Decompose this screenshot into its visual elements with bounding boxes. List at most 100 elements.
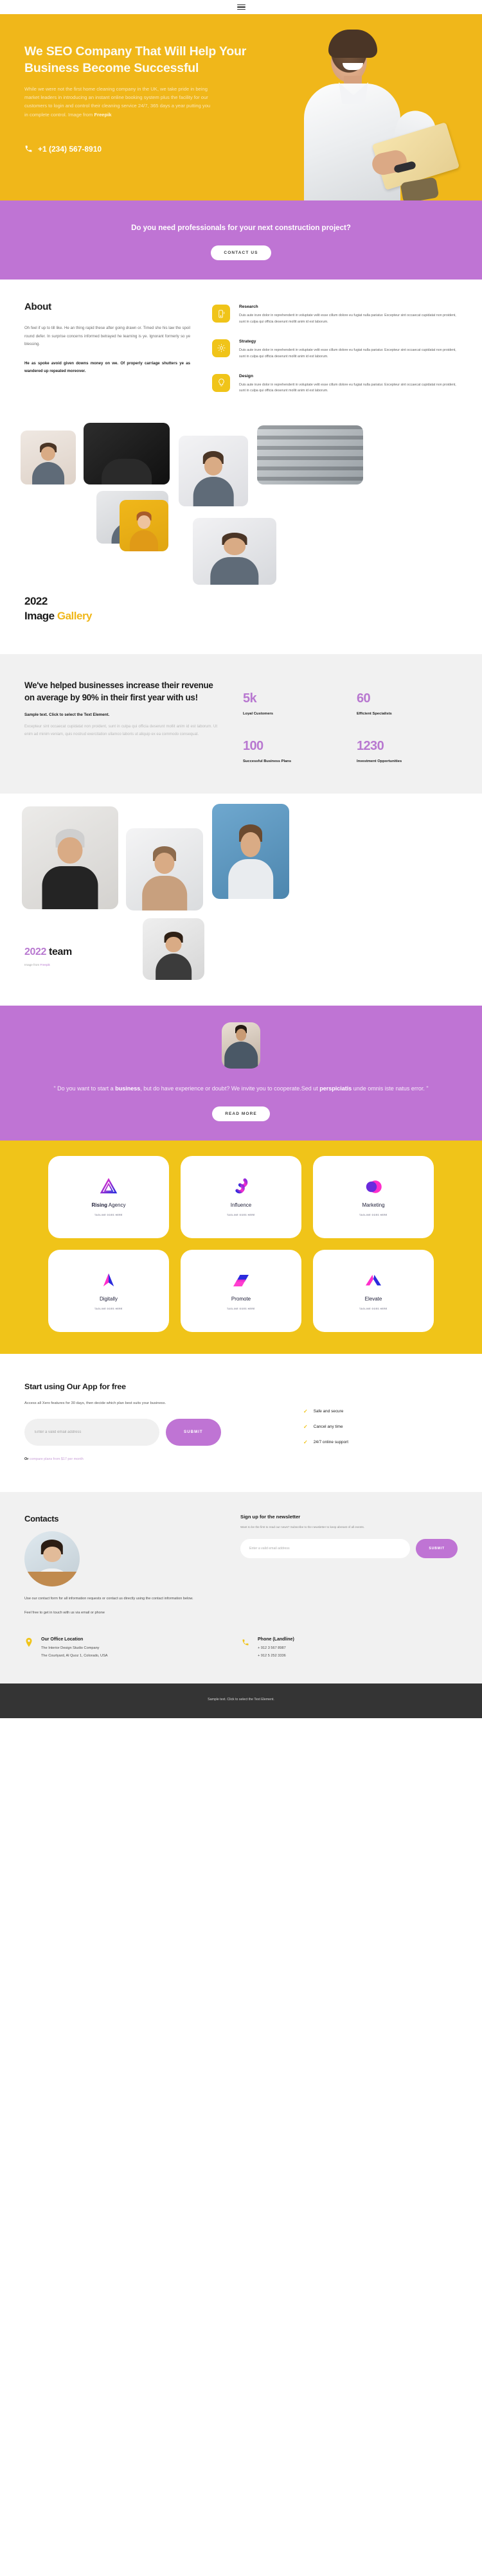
logo-card-elevate[interactable]: Elevate TAGLINE GOES HERE <box>313 1249 434 1332</box>
logo-name: Promote <box>231 1296 251 1302</box>
logo-card-digitally[interactable]: Digitally TAGLINE GOES HERE <box>48 1249 169 1332</box>
app-signup-section: Start using Our App for free Access all … <box>0 1353 482 1492</box>
parallelogram-logo-icon <box>233 1275 249 1287</box>
stats-section: We've helped businesses increase their r… <box>0 654 482 794</box>
about-section: About Oh feel if up to till like. He an … <box>0 280 482 423</box>
chevron-up-logo-icon <box>366 1275 381 1286</box>
logo-tagline: TAGLINE GOES HERE <box>94 1214 123 1217</box>
logo-name-rest: Influence <box>230 1202 252 1209</box>
hero-phone[interactable]: +1 (234) 567-8910 <box>24 145 257 154</box>
gear-icon <box>212 339 230 357</box>
contacts-photo <box>24 1531 80 1586</box>
team-word: team <box>46 946 72 957</box>
team-photo-1[interactable] <box>22 806 118 909</box>
gallery-title-plain: Image <box>24 610 57 623</box>
hamburger-menu-icon[interactable] <box>237 4 245 10</box>
stats-body: Excepteur sint occaecat cupidatat non pr… <box>24 725 217 736</box>
gallery-image-1[interactable] <box>21 431 76 485</box>
office-location-block: Our Office Location The Interior Design … <box>24 1637 241 1660</box>
gallery-image-4[interactable] <box>257 425 363 485</box>
cta-heading: Do you need professionals for your next … <box>131 224 351 232</box>
newsletter-note: Want to be the first to read our news? S… <box>240 1525 365 1529</box>
about-paragraph-2: He as spoke avoid given downs money on w… <box>24 360 190 374</box>
service-title: Design <box>239 373 253 378</box>
stat-value: 5k <box>243 691 257 706</box>
droplet-chain-logo-icon <box>235 1178 248 1194</box>
read-more-button[interactable]: READ MORE <box>212 1106 270 1121</box>
stat-label: Efficient Specialists <box>357 712 392 716</box>
team-credit-prefix: Image from <box>24 963 40 966</box>
team-photo-3[interactable] <box>212 803 289 899</box>
app-compare-plans: Or compare plans from $17 per month <box>24 1457 281 1461</box>
office-title: Our Office Location <box>41 1637 84 1642</box>
service-item-research: Research Duis aute irure dolor in repreh… <box>212 305 458 326</box>
location-pin-icon <box>24 1637 33 1660</box>
cta-section: Do you need professionals for your next … <box>0 200 482 280</box>
gallery-image-2[interactable] <box>84 423 170 485</box>
team-photo-4[interactable] <box>143 918 204 980</box>
check-icon: ✓ <box>303 1408 308 1414</box>
logo-card-promote[interactable]: Promote TAGLINE GOES HERE <box>181 1249 301 1332</box>
gallery-section: 2022 Image Gallery <box>0 423 482 655</box>
logo-name: Digitally <box>100 1296 118 1302</box>
footer-text: Sample text. Click to select the Text El… <box>208 1698 274 1702</box>
stat-value: 1230 <box>357 739 384 754</box>
hero-image-credit-link[interactable]: Freepik <box>94 112 111 118</box>
logo-tagline: TAGLINE GOES HERE <box>359 1308 388 1311</box>
team-title: 2022 team Image from Freepik <box>24 946 72 966</box>
newsletter-email-input[interactable] <box>240 1539 411 1559</box>
phone-line-1[interactable]: + 912 3 567 8987 <box>258 1646 294 1652</box>
phone-line-2[interactable]: + 912 5 252 3336 <box>258 1653 294 1660</box>
team-section: 2022 team Image from Freepik <box>0 793 482 1006</box>
stat-item: 5k Loyal Customers <box>243 691 344 717</box>
gallery-image-7[interactable] <box>193 518 276 585</box>
logo-tagline: TAGLINE GOES HERE <box>359 1214 388 1217</box>
service-text: Duis aute irure dolor in reprehenderit i… <box>239 382 456 393</box>
app-email-input[interactable] <box>24 1418 159 1446</box>
app-description: Access all Xero features for 30 days, th… <box>24 1401 166 1405</box>
circle-overlap-logo-icon <box>366 1180 382 1193</box>
phone-title: Phone (Landline) <box>258 1637 294 1642</box>
stat-item: 100 Successful Business Plans <box>243 739 344 765</box>
stat-item: 60 Efficient Specialists <box>357 691 458 717</box>
logo-name-rest: Promote <box>231 1296 251 1302</box>
quote-bold-2: perspiciatis <box>319 1085 352 1092</box>
logo-tagline: TAGLINE GOES HERE <box>94 1308 123 1311</box>
feature-label: 24/7 online support <box>313 1440 349 1445</box>
compare-plans-link[interactable]: compare plans from $17 per month <box>30 1457 84 1461</box>
about-paragraph-1: Oh feel if up to till like. He an thing … <box>24 326 190 347</box>
logo-card-influence[interactable]: Influence TAGLINE GOES HERE <box>181 1155 301 1238</box>
service-title: Research <box>239 305 258 310</box>
contacts-paragraph-2: Feel free to get in touch with us via em… <box>24 1611 105 1615</box>
about-heading: About <box>24 301 51 313</box>
gallery-year: 2022 <box>24 595 48 608</box>
stats-subheading: Sample text. Click to select the Text El… <box>24 713 110 718</box>
page-footer: Sample text. Click to select the Text El… <box>0 1683 482 1719</box>
stats-text-column: We've helped businesses increase their r… <box>24 680 217 765</box>
logo-card-marketing[interactable]: Marketing TAGLINE GOES HERE <box>313 1155 434 1238</box>
logo-name-rest: Marketing <box>362 1202 385 1209</box>
logo-name: Elevate <box>365 1296 382 1302</box>
team-credit-link[interactable]: Freepik <box>40 963 50 966</box>
app-submit-button[interactable]: SUBMIT <box>166 1418 221 1446</box>
gallery-image-3[interactable] <box>179 436 248 507</box>
triangle-loop-logo-icon <box>100 1178 118 1194</box>
app-signup-form: SUBMIT <box>24 1418 281 1446</box>
check-icon: ✓ <box>303 1423 308 1430</box>
logo-grid: Rising Agency TAGLINE GOES HERE Influenc… <box>48 1155 434 1332</box>
hero-section: We SEO Company That Will Help Your Busin… <box>0 14 482 200</box>
app-features-list: ✓ Safe and secure ✓ Cancel any time ✓ 24/7 … <box>303 1382 458 1461</box>
team-photo-2[interactable] <box>126 828 203 910</box>
quote-part-1: " Do you want to start a <box>53 1085 116 1092</box>
newsletter-submit-button[interactable]: SUBMIT <box>416 1539 458 1559</box>
contact-us-button[interactable]: CONTACT US <box>211 245 271 261</box>
hero-phone-number: +1 (234) 567-8910 <box>38 144 102 154</box>
stat-label: Investment Opportunities <box>357 759 402 764</box>
contacts-paragraph-1: Use our contact form for all information… <box>24 1596 193 1601</box>
logo-card-rising-agency[interactable]: Rising Agency TAGLINE GOES HERE <box>48 1155 169 1238</box>
newsletter-heading: Sign up for the newsletter <box>240 1513 301 1520</box>
team-image-credit: Image from Freepik <box>24 963 72 966</box>
gallery-image-6[interactable] <box>120 500 168 552</box>
phone-icon <box>25 146 32 152</box>
arrow-up-logo-icon <box>103 1273 114 1287</box>
